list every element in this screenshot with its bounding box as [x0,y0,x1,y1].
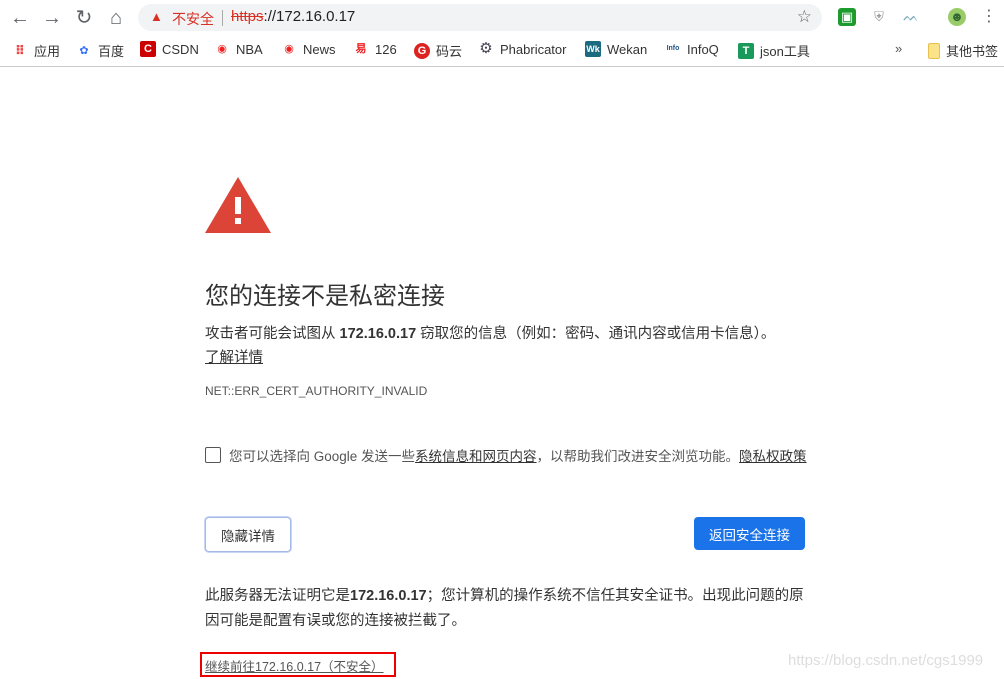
bookmark-label: Wekan [607,41,648,57]
bookmark-baidu[interactable]: ✿ 百度 [76,41,124,60]
baidu-paw-icon: ✿ [79,44,89,57]
url-scheme: https [231,8,264,25]
bookmark-news[interactable]: ◉ News [281,41,336,57]
watermark: https://blog.csdn.net/cgs1999 [788,652,984,669]
host: 172.16.0.17 [350,588,427,604]
text: 攻击者可能会试图从 [205,326,340,342]
attack-warning-text: 攻击者可能会试图从 172.16.0.17 窃取您的信息（例如：密码、通讯内容或… [205,322,775,343]
other-bookmarks[interactable]: 其他书签 [928,41,998,60]
warning-triangle-icon [205,177,271,233]
warning-icon[interactable]: ▲ [150,9,163,24]
phabricator-gear-icon: ⚙ [479,40,493,57]
extension-green-icon[interactable]: ▣ [838,8,856,26]
back-icon[interactable]: ← [8,6,32,30]
bookmark-label: 百度 [98,44,125,59]
text: 您可以选择向 Google 发送一些 [229,449,416,464]
highlight-box [200,652,396,677]
netease-icon: 易 [355,43,367,55]
bookmark-label: News [303,41,336,57]
extension-shield-icon[interactable]: ⛨ [870,8,888,26]
bookmarks-bar: ⠿ 应用 ✿ 百度 C CSDN ◉ NBA ◉ News 易 126 G 码云 ⚙ Phabr… [0,35,1004,67]
bookmark-star-icon[interactable]: ☆ [797,7,812,27]
infoq-icon: Info [666,45,680,52]
bookmark-label: json工具 [760,44,810,59]
system-info-link[interactable]: 系统信息和网页内容 [415,445,537,465]
bookmarks-overflow-button[interactable]: » [895,41,902,56]
bookmark-csdn[interactable]: C CSDN [140,41,199,57]
insecure-label[interactable]: 不安全 [172,9,214,29]
text: 此服务器无法证明它是 [205,588,350,604]
folder-icon [928,42,940,59]
bookmark-json[interactable]: Tjson工具 [738,41,810,60]
error-code: NET::ERR_CERT_AUTHORITY_INVALID [205,384,428,398]
bookmark-label: 126 [375,41,397,57]
address-bar[interactable]: ▲ 不安全 https://172.16.0.17 ☆ [138,4,822,31]
gitee-icon: G [414,42,430,59]
bookmark-nba[interactable]: ◉ NBA [214,41,263,57]
optin-checkbox[interactable] [205,447,221,463]
bookmark-label: Phabricator [500,41,567,57]
bookmark-label: InfoQ [687,41,719,57]
url-host: ://172.16.0.17 [263,8,356,25]
privacy-policy-link[interactable]: 隐私权政策 [739,445,807,465]
json-tool-icon: T [738,42,754,59]
wekan-icon: Wk [585,41,601,57]
csdn-icon: C [140,41,156,57]
text: ，以帮助我们改进安全浏览功能。 [536,449,740,464]
learn-more-link[interactable]: 了解详情 [205,346,263,367]
reload-icon[interactable]: ↻ [72,6,96,30]
host: 172.16.0.17 [339,326,417,342]
bookmark-label: 应用 [34,44,61,59]
hide-details-button[interactable]: 隐藏详情 [205,517,291,552]
weibo-icon: ◉ [284,43,294,55]
back-to-safety-button[interactable]: 返回安全连接 [694,517,805,550]
bookmark-infoq[interactable]: Info InfoQ [665,41,719,57]
extension-bird-icon[interactable]: ᨓ [902,8,920,26]
bookmark-phabricator[interactable]: ⚙ Phabricator [478,41,566,57]
bookmark-label: 其他书签 [946,44,999,59]
weibo-icon: ◉ [217,43,227,55]
text: 窃取您的信息（例如：密码、通讯内容或信用卡信息）。 [416,326,776,342]
safe-browsing-optin: 您可以选择向 Google 发送一些 系统信息和网页内容 ，以帮助我们改进安全浏览功… [205,445,807,465]
bookmark-label: NBA [236,41,263,57]
bookmark-label: CSDN [162,41,199,57]
bookmark-gitee[interactable]: G 码云 [414,41,462,60]
url-text[interactable]: https://172.16.0.17 [231,8,355,25]
bookmark-apps[interactable]: ⠿ 应用 [12,41,60,60]
bookmark-wekan[interactable]: Wk Wekan [585,41,647,57]
bookmark-126[interactable]: 易 126 [353,41,397,57]
browser-toolbar: ← → ↻ ⌂ ▲ 不安全 https://172.16.0.17 ☆ ▣ ⛨ … [0,0,1004,35]
profile-avatar[interactable]: ☻ [948,8,966,26]
home-icon[interactable]: ⌂ [104,6,128,30]
details-text: 此服务器无法证明它是172.16.0.17；您计算机的操作系统不信任其安全证书。… [205,584,805,634]
menu-kebab-icon[interactable]: ⋮ [980,8,998,26]
divider [222,10,223,26]
forward-icon[interactable]: → [40,6,64,30]
bookmark-label: 码云 [436,44,463,59]
apps-grid-icon: ⠿ [14,42,26,58]
page-title: 您的连接不是私密连接 [205,283,445,310]
